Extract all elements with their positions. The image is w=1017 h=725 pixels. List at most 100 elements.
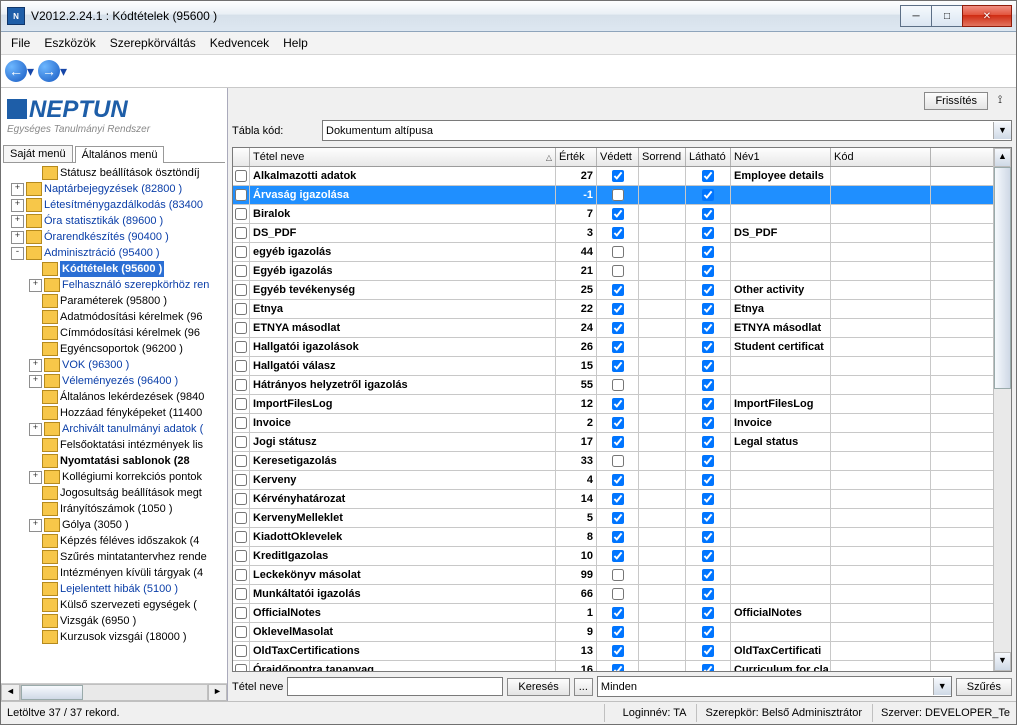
col-order[interactable]: Sorrend — [639, 148, 686, 166]
tree-node[interactable]: Lejelentett hibák (5100 ) — [3, 581, 227, 597]
cell-protected[interactable] — [612, 170, 624, 182]
row-checkbox[interactable] — [235, 588, 247, 600]
tree-node[interactable]: Egyéncsoportok (96200 ) — [3, 341, 227, 357]
search-input[interactable] — [287, 677, 503, 696]
cell-protected[interactable] — [612, 455, 624, 467]
refresh-button[interactable]: Frissítés — [924, 92, 988, 110]
cell-visible[interactable] — [702, 417, 714, 429]
chevron-down-icon[interactable]: ▼ — [933, 678, 951, 695]
grid-vscroll[interactable]: ▲ ▼ — [993, 148, 1011, 671]
cell-visible[interactable] — [702, 626, 714, 638]
tree-toggle-icon[interactable]: + — [29, 279, 42, 292]
table-row[interactable]: Hátrányos helyzetről igazolás55 — [233, 376, 993, 395]
tree-toggle-icon[interactable]: + — [29, 423, 42, 436]
row-checkbox[interactable] — [235, 246, 247, 258]
tree-node[interactable]: Jogosultság beállítások megt — [3, 485, 227, 501]
nav-forward[interactable]: → ▾ — [38, 60, 67, 82]
pin-icon[interactable]: ⟟ — [998, 94, 1012, 108]
cell-protected[interactable] — [612, 360, 624, 372]
table-row[interactable]: Keresetigazolás33 — [233, 452, 993, 471]
scroll-thumb[interactable] — [21, 685, 83, 700]
col-value[interactable]: Érték — [556, 148, 597, 166]
close-button[interactable]: ✕ — [962, 5, 1012, 27]
cell-protected[interactable] — [612, 512, 624, 524]
tree-node[interactable]: +Felhasználó szerepkörhöz ren — [3, 277, 227, 293]
menu-help[interactable]: Help — [277, 34, 314, 52]
cell-protected[interactable] — [612, 322, 624, 334]
tree-node[interactable]: Általános lekérdezések (9840 — [3, 389, 227, 405]
row-checkbox[interactable] — [235, 645, 247, 657]
row-checkbox[interactable] — [235, 398, 247, 410]
row-checkbox[interactable] — [235, 664, 247, 671]
cell-visible[interactable] — [702, 189, 714, 201]
tree-node[interactable]: Státusz beállítások ösztöndíj — [3, 165, 227, 181]
table-row[interactable]: Jogi státusz17Legal status — [233, 433, 993, 452]
cell-protected[interactable] — [612, 626, 624, 638]
row-checkbox[interactable] — [235, 379, 247, 391]
row-checkbox[interactable] — [235, 626, 247, 638]
cell-visible[interactable] — [702, 493, 714, 505]
col-check[interactable] — [233, 148, 250, 166]
row-checkbox[interactable] — [235, 512, 247, 524]
row-checkbox[interactable] — [235, 208, 247, 220]
cell-protected[interactable] — [612, 607, 624, 619]
row-checkbox[interactable] — [235, 417, 247, 429]
cell-protected[interactable] — [612, 189, 624, 201]
cell-visible[interactable] — [702, 379, 714, 391]
table-row[interactable]: Hallgatói válasz15 — [233, 357, 993, 376]
col-name1[interactable]: Név1 — [731, 148, 831, 166]
table-row[interactable]: Hallgatói igazolások26Student certificat — [233, 338, 993, 357]
tree-node[interactable]: +Naptárbejegyzések (82800 ) — [3, 181, 227, 197]
row-checkbox[interactable] — [235, 569, 247, 581]
cell-protected[interactable] — [612, 436, 624, 448]
cell-protected[interactable] — [612, 341, 624, 353]
cell-visible[interactable] — [702, 531, 714, 543]
col-code[interactable]: Kód — [831, 148, 931, 166]
cell-visible[interactable] — [702, 265, 714, 277]
cell-visible[interactable] — [702, 170, 714, 182]
table-row[interactable]: OldTaxCertifications13OldTaxCertificati — [233, 642, 993, 661]
row-checkbox[interactable] — [235, 303, 247, 315]
cell-protected[interactable] — [612, 550, 624, 562]
cell-visible[interactable] — [702, 550, 714, 562]
tree-toggle-icon[interactable]: + — [11, 199, 24, 212]
menu-tools[interactable]: Eszközök — [38, 34, 101, 52]
cell-protected[interactable] — [612, 531, 624, 543]
table-row[interactable]: Óraidőpontra tananyag16Curriculum for cl… — [233, 661, 993, 671]
tree-toggle-icon[interactable]: + — [11, 183, 24, 196]
tablakod-combo[interactable]: Dokumentum altípusa ▼ — [322, 120, 1012, 141]
scroll-left-icon[interactable]: ◄ — [1, 684, 20, 701]
tree-node[interactable]: +Órarendkészítés (90400 ) — [3, 229, 227, 245]
nav-back[interactable]: ← ▾ — [5, 60, 34, 82]
tree-node[interactable]: Vizsgák (6950 ) — [3, 613, 227, 629]
chevron-down-icon[interactable]: ▼ — [993, 122, 1011, 139]
maximize-button[interactable]: □ — [931, 5, 963, 27]
table-row[interactable]: Kerveny4 — [233, 471, 993, 490]
table-row[interactable]: Leckekönyv másolat99 — [233, 566, 993, 585]
row-checkbox[interactable] — [235, 189, 247, 201]
tree-toggle-icon[interactable]: - — [11, 247, 24, 260]
tree-node[interactable]: +Archivált tanulmányi adatok ( — [3, 421, 227, 437]
table-row[interactable]: ImportFilesLog12ImportFilesLog — [233, 395, 993, 414]
cell-protected[interactable] — [612, 493, 624, 505]
table-row[interactable]: Alkalmazotti adatok27Employee details — [233, 167, 993, 186]
table-row[interactable]: Invoice2Invoice — [233, 414, 993, 433]
table-row[interactable]: ETNYA másodlat24ETNYA másodlat — [233, 319, 993, 338]
col-visible[interactable]: Látható — [686, 148, 731, 166]
tree-node[interactable]: +Kollégiumi korrekciós pontok — [3, 469, 227, 485]
nav-tree[interactable]: Státusz beállítások ösztöndíj+Naptárbeje… — [1, 163, 227, 683]
tree-node[interactable]: +Véleményezés (96400 ) — [3, 373, 227, 389]
cell-visible[interactable] — [702, 227, 714, 239]
col-protected[interactable]: Védett — [597, 148, 639, 166]
cell-visible[interactable] — [702, 398, 714, 410]
scroll-down-icon[interactable]: ▼ — [994, 652, 1011, 671]
scroll-right-icon[interactable]: ► — [208, 684, 227, 701]
tree-toggle-icon[interactable]: + — [29, 471, 42, 484]
row-checkbox[interactable] — [235, 360, 247, 372]
table-row[interactable]: egyéb igazolás44 — [233, 243, 993, 262]
table-row[interactable]: KiadottOklevelek8 — [233, 528, 993, 547]
cell-visible[interactable] — [702, 208, 714, 220]
table-row[interactable]: KreditIgazolas10 — [233, 547, 993, 566]
row-checkbox[interactable] — [235, 607, 247, 619]
row-checkbox[interactable] — [235, 265, 247, 277]
